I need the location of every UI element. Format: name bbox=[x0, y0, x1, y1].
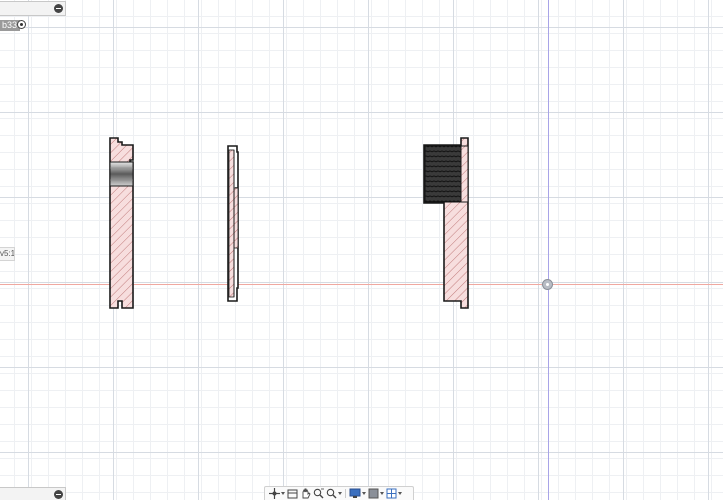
zoom-icon bbox=[313, 488, 324, 499]
scale-label: v5:1 bbox=[0, 247, 15, 261]
display-settings-icon bbox=[349, 488, 361, 498]
design-canvas[interactable] bbox=[0, 0, 723, 500]
chevron-down-icon bbox=[362, 492, 366, 495]
viewports-icon bbox=[386, 488, 397, 499]
sketch-geometry bbox=[109, 137, 469, 309]
minus-circle-icon[interactable] bbox=[54, 490, 63, 499]
grid-settings-icon bbox=[368, 488, 379, 499]
minus-circle-icon[interactable] bbox=[54, 4, 63, 13]
left-part-section[interactable] bbox=[109, 137, 134, 309]
fit-button[interactable] bbox=[326, 488, 342, 500]
chevron-down-icon bbox=[338, 492, 342, 495]
zoom-button[interactable] bbox=[313, 488, 324, 500]
grid-settings-button[interactable] bbox=[368, 488, 384, 500]
bore-face bbox=[109, 161, 134, 187]
comments-panel-header[interactable] bbox=[0, 487, 66, 500]
right-part-section[interactable] bbox=[423, 137, 469, 309]
viewports-button[interactable] bbox=[386, 488, 402, 500]
origin-point[interactable] bbox=[542, 279, 553, 290]
middle-part-section[interactable] bbox=[227, 145, 239, 302]
display-settings-button[interactable] bbox=[349, 488, 366, 500]
orbit-icon bbox=[269, 488, 280, 499]
orbit-button[interactable] bbox=[269, 488, 285, 500]
chevron-down-icon bbox=[380, 492, 384, 495]
chevron-down-icon bbox=[281, 492, 285, 495]
toolbar-divider bbox=[345, 489, 346, 498]
look-at-icon bbox=[287, 489, 298, 499]
radio-icon[interactable] bbox=[17, 20, 26, 29]
pan-button[interactable] bbox=[300, 488, 311, 500]
look-at-button[interactable] bbox=[287, 488, 298, 500]
zoom-window-icon bbox=[326, 488, 337, 499]
navigation-toolbar bbox=[264, 486, 414, 500]
pan-hand-icon bbox=[302, 488, 311, 499]
browser-panel-header[interactable] bbox=[0, 1, 66, 16]
chevron-down-icon bbox=[398, 492, 402, 495]
